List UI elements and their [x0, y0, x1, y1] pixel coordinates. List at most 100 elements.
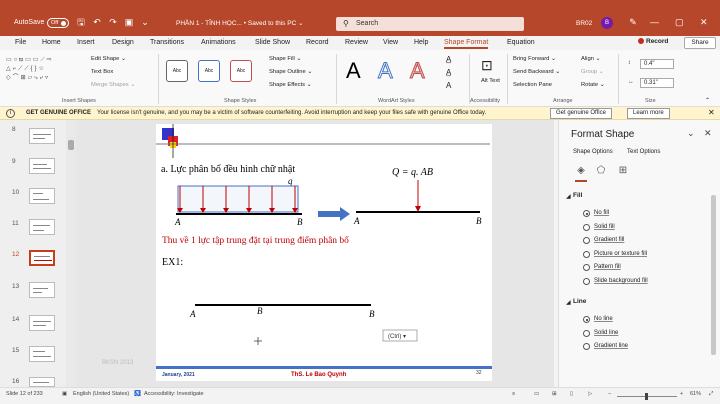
- zoom-in-icon[interactable]: +: [680, 391, 683, 397]
- radio-pattern-fill[interactable]: [583, 264, 590, 271]
- radio-solid-fill[interactable]: [583, 224, 590, 231]
- tab-text-options[interactable]: Text Options: [627, 149, 660, 155]
- radio-slide-background-fill[interactable]: [583, 278, 590, 285]
- pane-options-icon[interactable]: ⌄: [687, 128, 695, 139]
- slide-thumbnail[interactable]: [29, 346, 55, 362]
- text-box-button[interactable]: Text Box: [91, 69, 113, 75]
- rotate-button[interactable]: Rotate ⌄: [581, 82, 605, 88]
- avatar[interactable]: B: [601, 17, 613, 29]
- accessibility-status[interactable]: Accessibility: Investigate: [144, 391, 204, 397]
- bring-forward-button[interactable]: Bring Forward ⌄: [513, 56, 556, 62]
- tab-shape-options[interactable]: Shape Options: [573, 149, 613, 155]
- tab-view[interactable]: View: [383, 39, 398, 46]
- fill-section-header[interactable]: Fill: [573, 192, 582, 199]
- align-button[interactable]: Align ⌄: [581, 56, 600, 62]
- radio-picture-fill[interactable]: [583, 251, 590, 258]
- size-properties-icon[interactable]: ⊞: [617, 165, 629, 177]
- slide-thumbnail[interactable]: [29, 282, 55, 298]
- save-icon[interactable]: 🖫: [76, 17, 86, 27]
- radio-no-fill[interactable]: [583, 210, 590, 217]
- option-solid-line[interactable]: Solid line: [594, 330, 618, 336]
- thumbnail-scrollbar[interactable]: [66, 120, 76, 387]
- slideshow-view-icon[interactable]: ▷: [588, 391, 592, 397]
- option-slide-background-fill[interactable]: Slide background fill: [594, 278, 648, 284]
- text-outline-icon[interactable]: A̲: [446, 68, 451, 77]
- pen-icon[interactable]: ✎: [628, 17, 638, 27]
- zoom-out-icon[interactable]: −: [608, 391, 611, 397]
- fit-to-window-icon[interactable]: ⤢: [709, 391, 713, 398]
- share-button[interactable]: Share: [684, 37, 716, 49]
- scrollbar-thumb[interactable]: [68, 140, 74, 150]
- redo-icon[interactable]: ↷: [108, 17, 118, 27]
- document-title[interactable]: PHẦN 1 - TĨNH HỌC... • Saved to this PC …: [176, 19, 304, 27]
- pane-scrollbar[interactable]: [710, 195, 718, 385]
- search-input[interactable]: ⚲ Search: [336, 17, 524, 31]
- record-button[interactable]: Record: [638, 38, 668, 45]
- zoom-level[interactable]: 61%: [690, 391, 701, 397]
- autosave-toggle[interactable]: Off: [47, 18, 69, 28]
- close-button[interactable]: ✕: [700, 17, 708, 28]
- close-warning-button[interactable]: ✕: [708, 108, 715, 117]
- tab-equation[interactable]: Equation: [507, 39, 535, 46]
- shape-style-3[interactable]: Abc: [230, 60, 252, 82]
- tab-record[interactable]: Record: [306, 39, 329, 46]
- group-button[interactable]: Group ⌄: [581, 69, 604, 75]
- merge-shapes-button[interactable]: Merge Shapes ⌄: [91, 82, 135, 88]
- slide-sorter-icon[interactable]: ⊞: [552, 391, 557, 397]
- current-slide[interactable]: a. Lực phân bố đều hình chữ nhật q Q = q…: [156, 124, 492, 381]
- restore-button[interactable]: ▢: [675, 17, 684, 28]
- minimize-button[interactable]: —: [650, 17, 659, 27]
- tab-shape-format[interactable]: Shape Format: [444, 39, 489, 49]
- user-name[interactable]: BR02: [576, 20, 592, 27]
- effects-icon[interactable]: ⬠: [595, 165, 607, 177]
- tab-file[interactable]: File: [15, 39, 26, 46]
- slide-thumbnail[interactable]: [29, 158, 55, 174]
- text-effects-icon[interactable]: A: [446, 81, 451, 90]
- slide-thumbnail[interactable]: [29, 219, 55, 235]
- wordart-style-3[interactable]: A: [410, 58, 426, 84]
- send-backward-button[interactable]: Send Backward ⌄: [513, 69, 560, 75]
- option-gradient-fill[interactable]: Gradient fill: [594, 237, 624, 243]
- text-fill-icon[interactable]: A̲: [446, 55, 451, 64]
- tab-design[interactable]: Design: [112, 39, 134, 46]
- pane-close-icon[interactable]: ✕: [704, 128, 712, 139]
- language-status[interactable]: English (United States): [73, 391, 129, 397]
- shape-outline-button[interactable]: Shape Outline ⌄: [269, 69, 312, 75]
- accessibility-icon[interactable]: ♿: [134, 391, 141, 397]
- option-gradient-line[interactable]: Gradient line: [594, 343, 628, 349]
- shape-fill-button[interactable]: Shape Fill ⌄: [269, 56, 301, 62]
- normal-view-icon[interactable]: ▭: [534, 391, 539, 397]
- tab-slide-show[interactable]: Slide Show: [255, 39, 290, 46]
- fill-line-icon[interactable]: ◈: [575, 165, 587, 177]
- tab-home[interactable]: Home: [42, 39, 61, 46]
- spellcheck-icon[interactable]: ▣: [62, 391, 67, 397]
- wordart-style-1[interactable]: A: [346, 58, 361, 84]
- slide-thumbnail[interactable]: [29, 315, 55, 331]
- slide-thumbnail[interactable]: [29, 188, 55, 204]
- collapse-fill-icon[interactable]: ◢: [566, 193, 571, 200]
- tab-insert[interactable]: Insert: [77, 39, 95, 46]
- radio-gradient-line[interactable]: [583, 343, 590, 350]
- slide-thumbnail[interactable]: [29, 128, 55, 144]
- height-field[interactable]: 0.4": [640, 59, 674, 69]
- option-picture-fill[interactable]: Picture or texture fill: [594, 251, 647, 257]
- line-section-header[interactable]: Line: [573, 298, 586, 305]
- option-no-fill[interactable]: No fill: [594, 210, 609, 216]
- shape-style-2[interactable]: Abc: [198, 60, 220, 82]
- shape-gallery-icons[interactable]: ▭○⧅▭▭⟋⇨ △⌐⟋⟋{}☆ ◇⌒⊞▱⤷⤶▿: [6, 57, 54, 81]
- scrollbar-thumb[interactable]: [711, 195, 716, 355]
- option-no-line[interactable]: No line: [594, 316, 613, 322]
- tab-transitions[interactable]: Transitions: [150, 39, 184, 46]
- selection-pane-button[interactable]: Selection Pane: [513, 82, 552, 88]
- start-slideshow-icon[interactable]: ▣: [124, 17, 134, 27]
- slide-thumbnail-selected[interactable]: [29, 250, 55, 266]
- get-genuine-office-button[interactable]: Get genuine Office: [550, 108, 612, 119]
- collapse-ribbon-icon[interactable]: ⌃: [705, 98, 710, 104]
- undo-icon[interactable]: ↶: [92, 17, 102, 27]
- wordart-style-2[interactable]: A: [378, 58, 394, 84]
- tab-animations[interactable]: Animations: [201, 39, 236, 46]
- radio-solid-line[interactable]: [583, 330, 590, 337]
- radio-no-line[interactable]: [583, 316, 590, 323]
- zoom-slider-thumb[interactable]: [645, 393, 648, 400]
- radio-gradient-fill[interactable]: [583, 237, 590, 244]
